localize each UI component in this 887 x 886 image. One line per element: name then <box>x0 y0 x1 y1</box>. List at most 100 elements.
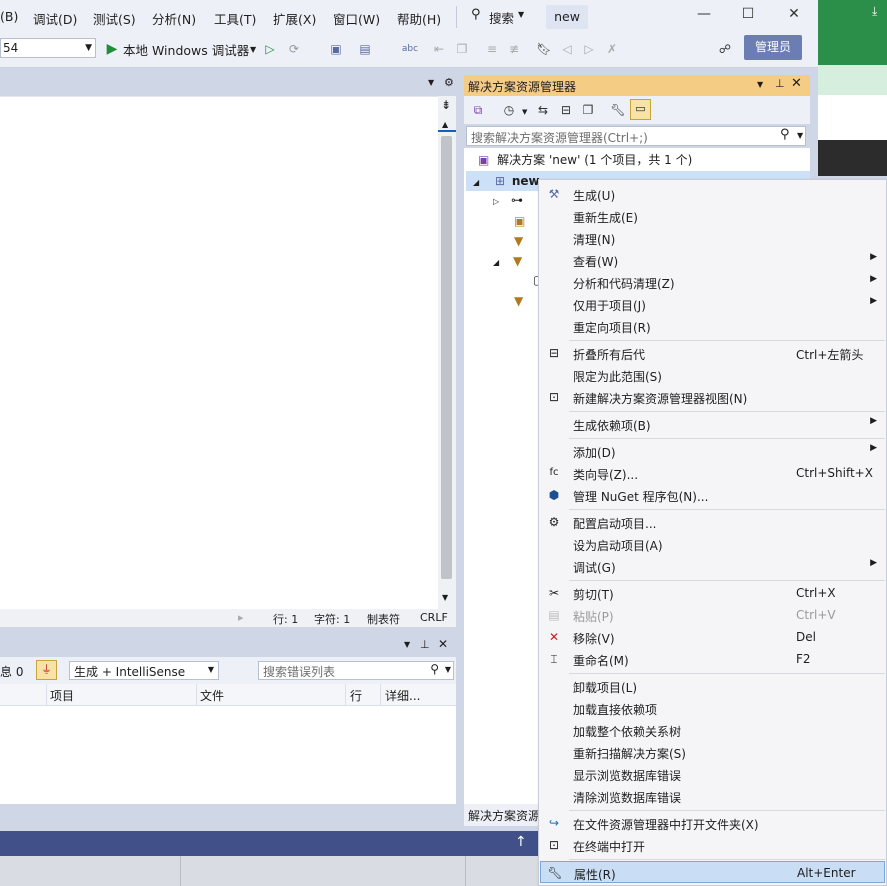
switch-views-icon[interactable]: ⧉ <box>469 101 487 119</box>
tab-indicator[interactable]: 制表符 <box>367 611 400 627</box>
wrench-icon[interactable]: 🔧︎ <box>609 101 627 119</box>
menu-item-show-db-errors[interactable]: 显示浏览数据库错误 <box>540 763 885 785</box>
uncomment-icon[interactable]: ≢ <box>505 40 523 58</box>
indent-icon[interactable]: ⇤ <box>430 40 448 58</box>
menu-window[interactable]: 窗口(W) <box>333 9 380 28</box>
line-indicator[interactable]: 行: 1 <box>273 611 298 627</box>
copy-icon[interactable]: ❐ <box>453 40 471 58</box>
tree-row-references[interactable]: ▷ ⊶ <box>493 190 523 210</box>
pin-icon[interactable]: ⊥ <box>420 638 430 651</box>
menu-item-scope[interactable]: 限定为此范围(S) <box>540 364 885 386</box>
clear-bookmark-icon[interactable]: ✗ <box>603 40 621 58</box>
tree-row-sources[interactable]: ◢ ▼ <box>493 251 522 271</box>
tree-row-resources[interactable]: ▼ <box>514 291 523 311</box>
menu-item-analyze[interactable]: 分析和代码清理(Z) ▶ <box>540 271 885 293</box>
history-icon[interactable]: ◷ <box>500 101 518 119</box>
menu-item-load-dep-tree[interactable]: 加载整个依赖关系树 <box>540 719 885 741</box>
admin-button[interactable]: 管理员 <box>744 35 802 60</box>
open-folder-icon[interactable]: ▣ <box>327 40 345 58</box>
menu-item-open-terminal[interactable]: ⊡ 在终端中打开 <box>540 834 885 856</box>
close-icon[interactable]: ✕ <box>782 6 806 28</box>
gear-icon[interactable]: ⚙ <box>444 76 454 89</box>
scroll-right-icon[interactable]: ▸ <box>238 611 244 624</box>
play-icon[interactable]: ▶ <box>103 40 121 58</box>
chevron-down-icon[interactable]: ▼ <box>250 45 256 54</box>
comment-icon[interactable]: ≡ <box>483 40 501 58</box>
column-line[interactable]: 行 <box>350 687 362 704</box>
menu-item-configure-startup[interactable]: ⚙ 配置启动项目... <box>540 511 885 533</box>
column-project[interactable]: 项目 <box>50 687 74 704</box>
chevron-down-icon[interactable]: ▼ <box>522 108 527 116</box>
maximize-icon[interactable]: ☐ <box>736 6 760 28</box>
tree-row-project[interactable]: ◢ ⊞ new <box>473 171 540 191</box>
menu-item-collapse-all[interactable]: ⊟ 折叠所有后代 Ctrl+左箭头 <box>540 342 885 364</box>
menu-item-retarget[interactable]: 重定向项目(R) <box>540 315 885 337</box>
menu-item-remove[interactable]: ✕ 移除(V) Del <box>540 626 885 648</box>
menu-item-add[interactable]: 添加(D) ▶ <box>540 440 885 462</box>
menu-item-cut[interactable]: ✂ 剪切(T) Ctrl+X <box>540 582 885 604</box>
menu-item-rename[interactable]: ⌶ 重命名(M) F2 <box>540 648 885 670</box>
messages-filter[interactable]: 息 0 <box>0 663 23 680</box>
menu-build[interactable]: (B) <box>0 9 18 24</box>
menu-item-project-only[interactable]: 仅用于项目(J) ▶ <box>540 293 885 315</box>
column-file[interactable]: 文件 <box>200 687 224 704</box>
spellcheck-icon[interactable]: abc <box>401 40 419 58</box>
menu-test[interactable]: 测试(S) <box>93 9 136 28</box>
tree-row-solution[interactable]: ▣ 解决方案 'new' (1 个项目，共 1 个) <box>478 150 692 170</box>
scroll-up-icon[interactable]: ▲ <box>442 120 448 129</box>
chevron-down-icon[interactable]: ▼ <box>428 78 434 87</box>
build-filter-combo[interactable]: 生成 + IntelliSense ▼ <box>69 661 219 680</box>
menu-tools[interactable]: 工具(T) <box>214 9 256 28</box>
menu-item-view[interactable]: 查看(W) ▶ <box>540 249 885 271</box>
menu-item-clean[interactable]: 清理(N) <box>540 227 885 249</box>
prev-bookmark-icon[interactable]: ◁ <box>558 40 576 58</box>
menu-item-new-view[interactable]: ⊡ 新建解决方案资源管理器视图(N) <box>540 386 885 408</box>
run-without-debug-icon[interactable]: ▷ <box>261 40 279 58</box>
menu-item-load-direct-deps[interactable]: 加载直接依赖项 <box>540 697 885 719</box>
char-indicator[interactable]: 字符: 1 <box>314 611 350 627</box>
menu-item-debug[interactable]: 调试(G) ▶ <box>540 555 885 577</box>
menu-item-build-deps[interactable]: 生成依赖项(B) ▶ <box>540 413 885 435</box>
menu-item-paste[interactable]: ▤ 粘贴(P) Ctrl+V <box>540 604 885 626</box>
menu-item-clear-db-errors[interactable]: 清除浏览数据库错误 <box>540 785 885 807</box>
close-icon[interactable]: ✕ <box>438 637 448 651</box>
window-layout-icon[interactable]: ▤ <box>356 40 374 58</box>
menu-extensions[interactable]: 扩展(X) <box>273 9 316 28</box>
filter-icon[interactable]: ⏚ <box>36 660 57 680</box>
bookmark-icon[interactable]: 🔖︎ <box>535 40 553 58</box>
eol-indicator[interactable]: CRLF <box>420 611 448 624</box>
tree-row-headers[interactable]: ▼ <box>514 231 523 251</box>
show-all-files-icon[interactable]: ❐ <box>579 101 597 119</box>
chevron-down-icon[interactable]: ▼ <box>404 640 410 649</box>
menu-item-build[interactable]: ⚒ 生成(U) <box>540 183 885 205</box>
menu-debug[interactable]: 调试(D) <box>33 9 77 28</box>
minimize-icon[interactable]: — <box>692 6 716 28</box>
menu-help[interactable]: 帮助(H) <box>397 9 441 28</box>
live-share-icon[interactable]: ☍ <box>716 40 734 58</box>
collapse-all-icon[interactable]: ⊟ <box>557 101 575 119</box>
editor-scrollbar-thumb[interactable] <box>441 136 452 579</box>
menu-item-nuget[interactable]: ⬢ 管理 NuGet 程序包(N)... <box>540 484 885 506</box>
scroll-down-icon[interactable]: ▼ <box>442 593 448 602</box>
arrow-up-icon[interactable]: ↑ <box>515 834 527 850</box>
split-icon[interactable]: ⇟ <box>441 98 451 112</box>
sync-icon[interactable]: ⇆ <box>534 101 552 119</box>
menu-item-set-startup[interactable]: 设为启动项目(A) <box>540 533 885 555</box>
menu-item-class-wizard[interactable]: fc 类向导(Z)... Ctrl+Shift+X <box>540 462 885 484</box>
solution-search-input[interactable]: 搜索解决方案资源管理器(Ctrl+;) ⚲ ▼ <box>466 126 806 146</box>
menu-item-rescan[interactable]: 重新扫描解决方案(S) <box>540 741 885 763</box>
hot-reload-icon[interactable]: ⟳ <box>285 40 303 58</box>
next-bookmark-icon[interactable]: ▷ <box>580 40 598 58</box>
menu-item-open-folder[interactable]: ↪ 在文件资源管理器中打开文件夹(X) <box>540 812 885 834</box>
error-search-input[interactable]: 搜索错误列表 ⚲ ▼ <box>258 661 454 680</box>
chevron-down-icon[interactable]: ▼ <box>757 80 763 89</box>
menu-item-properties[interactable]: 🔧︎ 属性(R) Alt+Enter <box>540 861 885 883</box>
menu-item-rebuild[interactable]: 重新生成(E) <box>540 205 885 227</box>
tree-row-external[interactable]: ▣ <box>514 211 525 231</box>
search-button[interactable]: ⚲ 搜索 ▼ <box>463 5 533 27</box>
close-icon[interactable]: ✕ <box>791 76 802 91</box>
platform-combo[interactable]: 54 ▼ <box>0 38 96 58</box>
preview-selected-icon[interactable]: ▭ <box>630 99 651 120</box>
debugger-label[interactable]: 本地 Windows 调试器 <box>123 40 249 59</box>
pin-icon[interactable]: ⊥ <box>775 77 785 90</box>
